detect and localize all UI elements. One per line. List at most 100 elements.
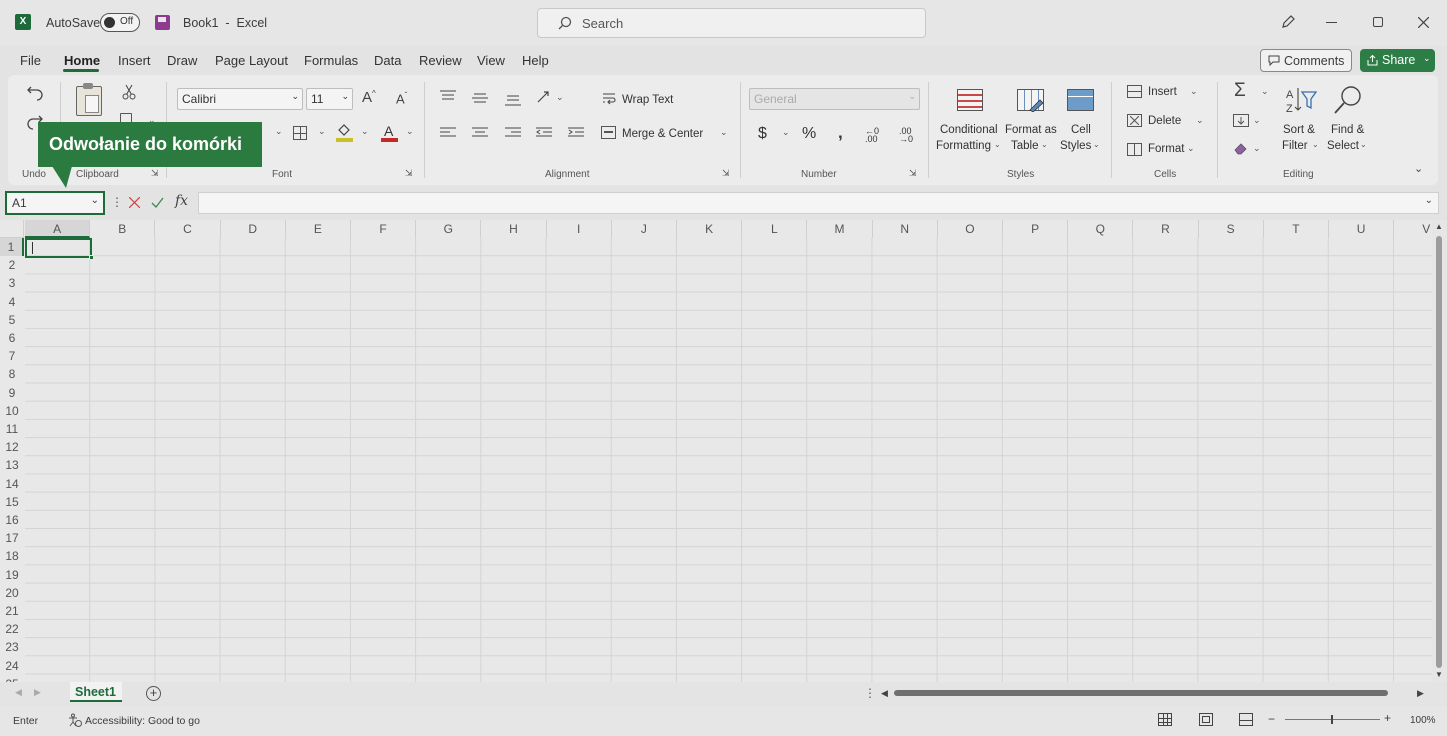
tab-insert[interactable]: Insert (118, 53, 151, 68)
row-header[interactable]: 25 (0, 675, 24, 682)
worksheet-grid[interactable]: ABCDEFGHIJKLMNOPQRSTUV 1 2 3 4 5 6 7 8 9 10 11 12 13… (0, 220, 1432, 682)
decrease-indent-icon[interactable] (536, 127, 552, 139)
column-header[interactable]: U (1329, 220, 1395, 238)
decrease-decimal-icon[interactable]: .00 →0 (899, 127, 913, 144)
align-left-icon[interactable] (440, 127, 456, 139)
dialog-launcher-icon[interactable]: ⇲ (722, 168, 730, 179)
pen-icon[interactable] (1280, 14, 1296, 30)
sort-filter-icon[interactable]: AZ (1285, 86, 1317, 114)
search-box[interactable]: Search (537, 8, 926, 38)
column-header[interactable]: E (286, 220, 351, 238)
column-header[interactable]: Q (1068, 220, 1134, 238)
close-icon[interactable] (1418, 17, 1429, 28)
increase-font-icon[interactable]: A^ (362, 89, 376, 106)
page-layout-view-icon[interactable] (1199, 713, 1213, 726)
column-header[interactable]: N (873, 220, 938, 238)
tab-formulas[interactable]: Formulas (304, 53, 358, 68)
align-middle-icon[interactable] (472, 92, 488, 104)
chevron-down-icon[interactable]: ⌄ (1041, 140, 1048, 149)
column-header[interactable]: G (416, 220, 482, 238)
zoom-in-icon[interactable]: + (1384, 711, 1391, 725)
chevron-down-icon[interactable]: ⌄ (1423, 53, 1431, 64)
column-header[interactable]: S (1199, 220, 1264, 238)
row-header[interactable]: 7 (0, 347, 24, 365)
tab-page-layout[interactable]: Page Layout (215, 53, 288, 68)
row-header[interactable]: 2 (0, 256, 24, 274)
add-sheet-button[interactable]: + (146, 686, 161, 701)
accessibility-icon[interactable] (68, 713, 82, 727)
font-name-select[interactable]: Calibri ⌄ (177, 88, 303, 110)
confirm-entry-icon[interactable] (151, 197, 164, 208)
name-box[interactable]: A1 ⌄ (5, 191, 105, 215)
row-header[interactable]: 20 (0, 584, 24, 602)
chevron-down-icon[interactable]: ⌄ (1093, 140, 1100, 149)
more-options-icon[interactable]: ⋮ (864, 686, 876, 700)
row-header[interactable]: 24 (0, 657, 24, 675)
cell-styles-label-1[interactable]: Cell (1071, 124, 1091, 136)
scroll-right-icon[interactable]: ▶ (1417, 688, 1424, 699)
increase-decimal-icon[interactable]: ←0.00 (865, 127, 879, 144)
row-header[interactable]: 23 (0, 638, 24, 656)
comments-button[interactable]: Comments (1260, 49, 1352, 72)
row-header[interactable]: 18 (0, 547, 24, 565)
chevron-down-icon[interactable]: ⌄ (318, 126, 326, 137)
wrap-text-button[interactable]: Wrap Text (622, 94, 673, 106)
row-header[interactable]: 8 (0, 365, 24, 383)
tab-review[interactable]: Review (419, 53, 462, 68)
increase-indent-icon[interactable] (568, 127, 584, 139)
dialog-launcher-icon[interactable]: ⇲ (405, 168, 413, 179)
wrap-text-icon[interactable] (602, 92, 616, 106)
row-header[interactable]: 14 (0, 475, 24, 493)
more-options-icon[interactable]: ⋮ (111, 195, 123, 209)
collapse-ribbon-icon[interactable]: ⌄ (1414, 162, 1423, 175)
delete-cells-icon[interactable] (1127, 114, 1142, 127)
vertical-scrollbar[interactable]: ▲ ▼ (1432, 220, 1447, 682)
tab-view[interactable]: View (477, 53, 505, 68)
percent-icon[interactable]: % (802, 125, 816, 143)
chevron-down-icon[interactable]: ⌄ (1253, 143, 1261, 154)
find-select-label-2[interactable]: Select (1327, 140, 1359, 152)
column-header[interactable]: L (742, 220, 808, 238)
tab-home[interactable]: Home (64, 53, 100, 68)
find-select-icon[interactable] (1333, 85, 1363, 115)
column-header[interactable]: T (1264, 220, 1329, 238)
tab-data[interactable]: Data (374, 53, 401, 68)
row-header[interactable]: 4 (0, 293, 24, 311)
column-header[interactable]: A (25, 220, 91, 238)
scroll-left-icon[interactable]: ◀ (881, 688, 888, 699)
format-cells-icon[interactable] (1127, 143, 1142, 156)
orientation-icon[interactable] (536, 90, 552, 104)
autosum-icon[interactable]: Σ (1234, 80, 1246, 102)
scroll-up-icon[interactable]: ▲ (1435, 222, 1443, 231)
comma-style-icon[interactable]: , (838, 123, 843, 143)
chevron-down-icon[interactable]: ⌄ (994, 140, 1001, 149)
font-color-icon[interactable]: A (381, 123, 399, 142)
row-header[interactable]: 12 (0, 438, 24, 456)
tab-help[interactable]: Help (522, 53, 549, 68)
chevron-down-icon[interactable]: ⌄ (406, 126, 414, 137)
currency-icon[interactable]: $ (758, 125, 767, 143)
column-header[interactable]: V (1394, 220, 1432, 238)
format-as-table-label-1[interactable]: Format as (1005, 124, 1057, 136)
row-header[interactable]: 1 (0, 238, 24, 257)
column-header[interactable]: K (677, 220, 743, 238)
dialog-launcher-icon[interactable]: ⇲ (909, 168, 917, 179)
chevron-down-icon[interactable]: ⌄ (1261, 86, 1269, 97)
align-bottom-icon[interactable] (505, 94, 521, 106)
merge-center-icon[interactable] (601, 126, 616, 139)
number-format-select[interactable]: General ⌄ (749, 88, 920, 110)
sheet-tab[interactable]: Sheet1 (70, 682, 122, 702)
merge-center-button[interactable]: Merge & Center (622, 128, 703, 140)
row-header[interactable]: 6 (0, 329, 24, 347)
prev-sheet-icon[interactable]: ◀ (15, 687, 22, 698)
row-header[interactable]: 15 (0, 493, 24, 511)
column-header[interactable]: D (221, 220, 286, 238)
fill-icon[interactable] (1233, 114, 1249, 127)
format-cells-button[interactable]: Format (1148, 143, 1184, 155)
chevron-down-icon[interactable]: ⌄ (782, 127, 790, 138)
cell-styles-icon[interactable] (1067, 89, 1094, 111)
horizontal-scrollbar-thumb[interactable] (894, 690, 1388, 696)
row-header[interactable]: 10 (0, 402, 24, 420)
clear-icon[interactable] (1233, 141, 1249, 155)
row-header[interactable]: 3 (0, 274, 24, 292)
